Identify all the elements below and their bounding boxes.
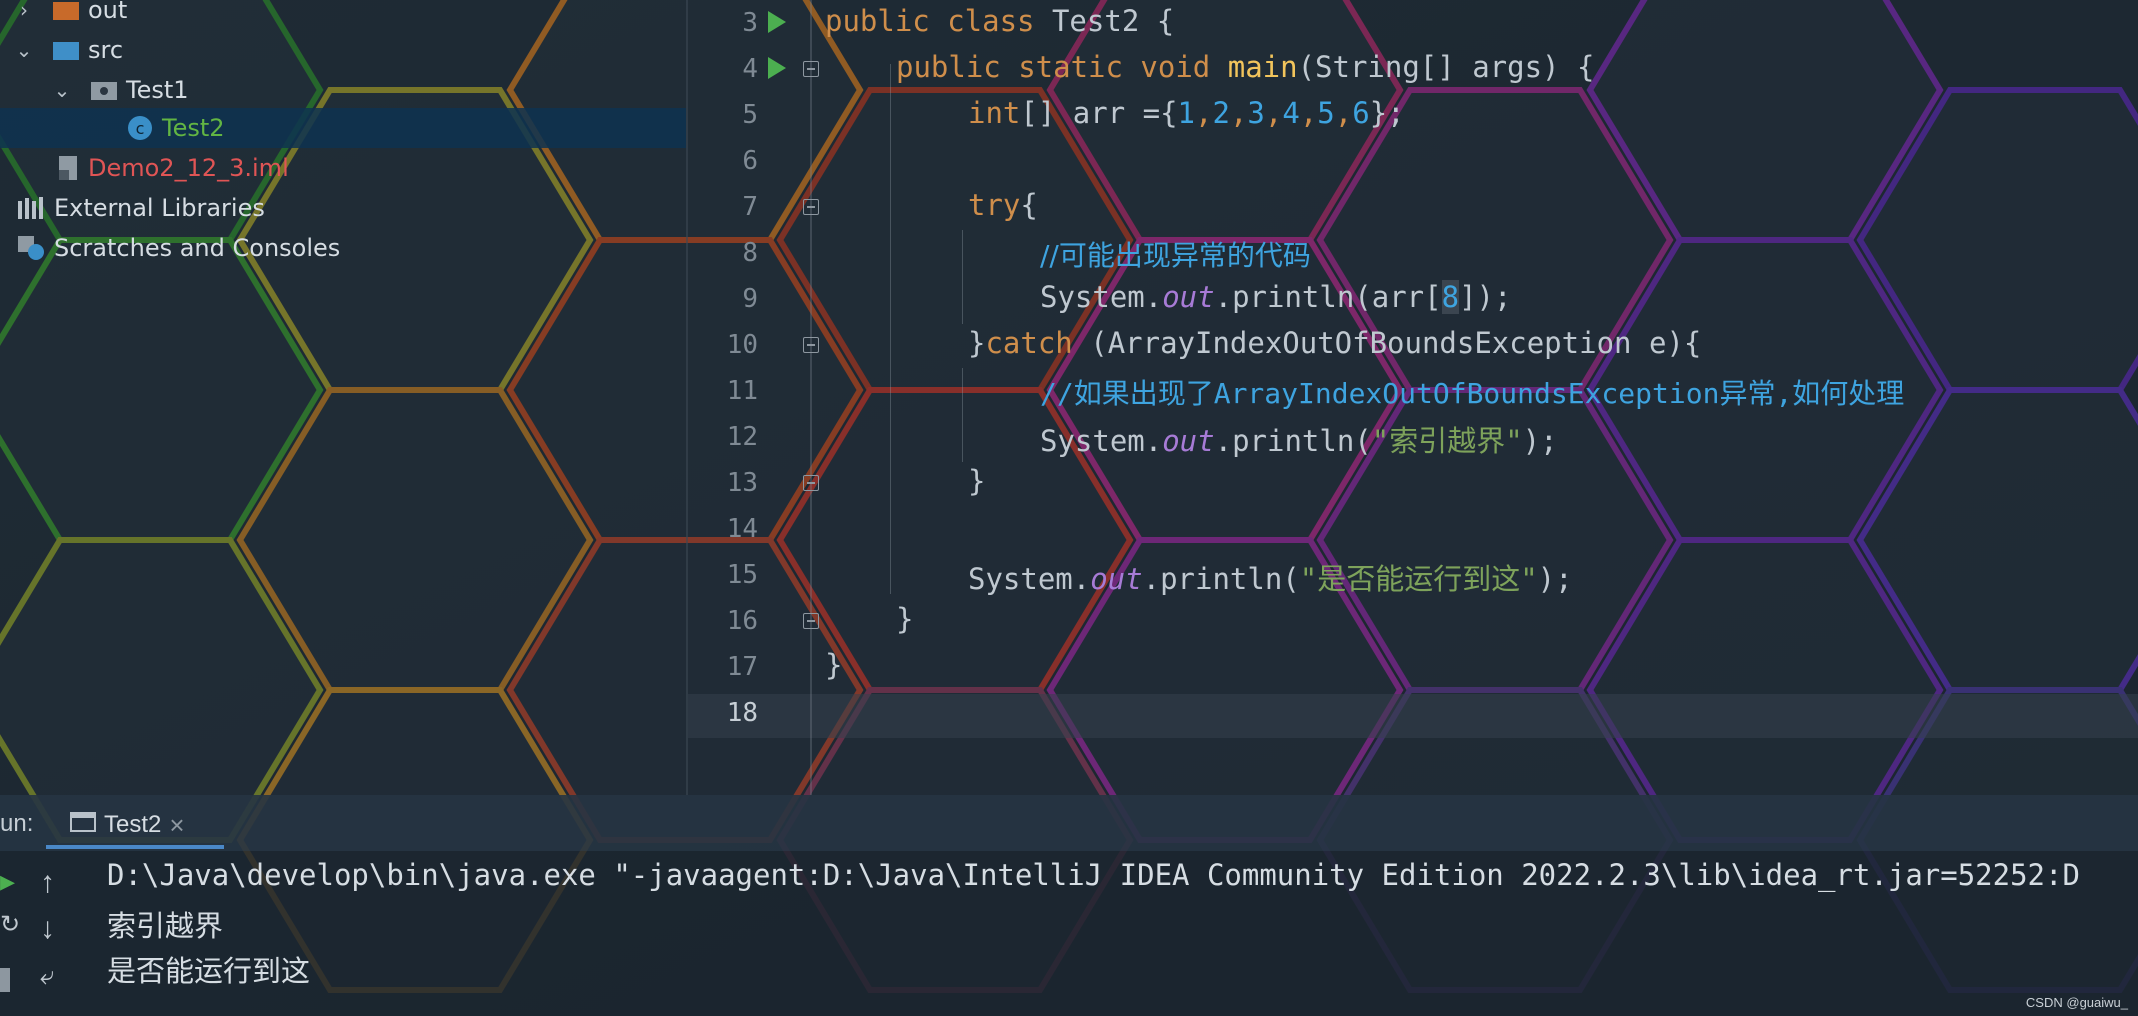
stop-icon[interactable]: [0, 968, 10, 992]
code-editor[interactable]: 3 4 5 6 7 8 9 10 11 12 13 14 15 16 17 18…: [688, 0, 2138, 795]
chevron-down-icon[interactable]: ⌄: [52, 78, 72, 102]
active-tab-indicator: [46, 845, 224, 849]
line-number: 16: [726, 606, 758, 636]
code-line-10: }catch (ArrayIndexOutOfBoundsException e…: [968, 326, 1702, 360]
fold-icon[interactable]: [803, 61, 819, 77]
code-line-8: //可能出现异常的代码: [1040, 239, 1311, 272]
tree-item-scratches[interactable]: Scratches and Consoles: [0, 228, 686, 268]
console-line: 索引越界: [107, 909, 224, 943]
svg-text:c: c: [136, 119, 145, 138]
line-number: 18: [726, 698, 758, 728]
tree-item-iml[interactable]: Demo2_12_3.iml: [0, 148, 686, 188]
tree-item-test1[interactable]: ⌄ Test1: [0, 70, 686, 110]
fold-icon[interactable]: [803, 199, 819, 215]
tree-item-out[interactable]: › out: [0, 0, 686, 30]
source-folder-icon: [52, 39, 80, 61]
line-number: 3: [742, 8, 758, 38]
run-label: un:: [0, 810, 34, 837]
tree-item-label: Test2: [162, 114, 225, 142]
line-number: 11: [726, 376, 758, 406]
console-line: D:\Java\develop\bin\java.exe "-javaagent…: [107, 858, 2080, 892]
current-line-highlight: [688, 694, 2138, 738]
java-class-icon: c: [126, 114, 154, 142]
run-tab-test2[interactable]: Test2 ×: [70, 803, 185, 847]
tree-item-label: src: [88, 36, 124, 64]
file-icon: [56, 154, 80, 182]
library-icon: [16, 195, 46, 221]
tree-item-test2[interactable]: c Test2: [0, 108, 686, 148]
line-number: 5: [742, 100, 758, 130]
line-number: 8: [742, 238, 758, 268]
line-number: 4: [742, 54, 758, 84]
package-icon: [90, 79, 118, 101]
code-line-7: try{: [968, 188, 1038, 222]
tree-item-external-libraries[interactable]: External Libraries: [0, 188, 686, 228]
code-line-5: int[] arr ={1,2,3,4,5,6};: [968, 96, 1405, 130]
line-number: 9: [742, 284, 758, 314]
code-line-3: public class Test2 {: [825, 4, 1175, 38]
tree-item-label: Demo2_12_3.iml: [88, 154, 289, 182]
fold-icon[interactable]: [803, 337, 819, 353]
code-line-12: System.out.println("索引越界");: [1040, 424, 1558, 458]
watermark: CSDN @guaiwu_: [2025, 995, 2128, 1010]
chevron-down-icon[interactable]: ⌄: [14, 38, 34, 62]
chevron-right-icon[interactable]: ›: [14, 0, 34, 22]
rerun-icon[interactable]: ▸: [0, 864, 15, 899]
run-main-icon[interactable]: [768, 57, 786, 79]
line-number: 14: [726, 514, 758, 544]
run-class-icon[interactable]: [768, 11, 786, 33]
code-line-9: System.out.println(arr[8]);: [1040, 280, 1512, 314]
indent-guide: [890, 64, 891, 594]
restart-icon[interactable]: ↻: [0, 910, 20, 939]
line-number: 17: [726, 652, 758, 682]
code-line-13: }: [968, 464, 986, 498]
code-line-11: //如果出现了ArrayIndexOutOfBoundsException异常,…: [1040, 377, 1905, 410]
line-number: 13: [726, 468, 758, 498]
code-line-17: }: [825, 648, 843, 682]
tree-item-label: Scratches and Consoles: [54, 234, 341, 262]
indent-guide: [962, 368, 963, 462]
run-tab-label: Test2: [104, 811, 162, 838]
fold-icon[interactable]: [803, 613, 819, 629]
fold-icon[interactable]: [803, 475, 819, 491]
code-line-15: System.out.println("是否能运行到这");: [968, 562, 1573, 596]
project-tree-panel: › out ⌄ src ⌄ Test1 c Test2 Demo2_12_3.i…: [0, 0, 686, 795]
code-line-4: public static void main(String[] args) {: [896, 50, 1595, 84]
folder-icon: [52, 0, 80, 21]
indent-guide: [962, 230, 963, 324]
tree-item-label: External Libraries: [54, 194, 265, 222]
console-tab-icon: [70, 811, 96, 840]
soft-wrap-icon[interactable]: ⤶: [40, 960, 55, 992]
line-number: 10: [726, 330, 758, 360]
arrow-up-icon[interactable]: ↑: [40, 866, 55, 900]
arrow-down-icon[interactable]: ↓: [40, 912, 55, 946]
line-number: 7: [742, 192, 758, 222]
tree-item-label: out: [88, 0, 128, 24]
scratches-icon: [16, 234, 46, 262]
close-icon[interactable]: ×: [169, 810, 184, 841]
line-number: 12: [726, 422, 758, 452]
tree-item-src[interactable]: ⌄ src: [0, 30, 686, 70]
run-toolbar: [0, 795, 2138, 851]
line-number: 6: [742, 146, 758, 176]
gutter-separator: [810, 0, 812, 795]
tree-item-label: Test1: [126, 76, 189, 104]
console-line: 是否能运行到这: [107, 954, 311, 988]
line-number: 15: [726, 560, 758, 590]
code-line-16: }: [896, 602, 914, 636]
